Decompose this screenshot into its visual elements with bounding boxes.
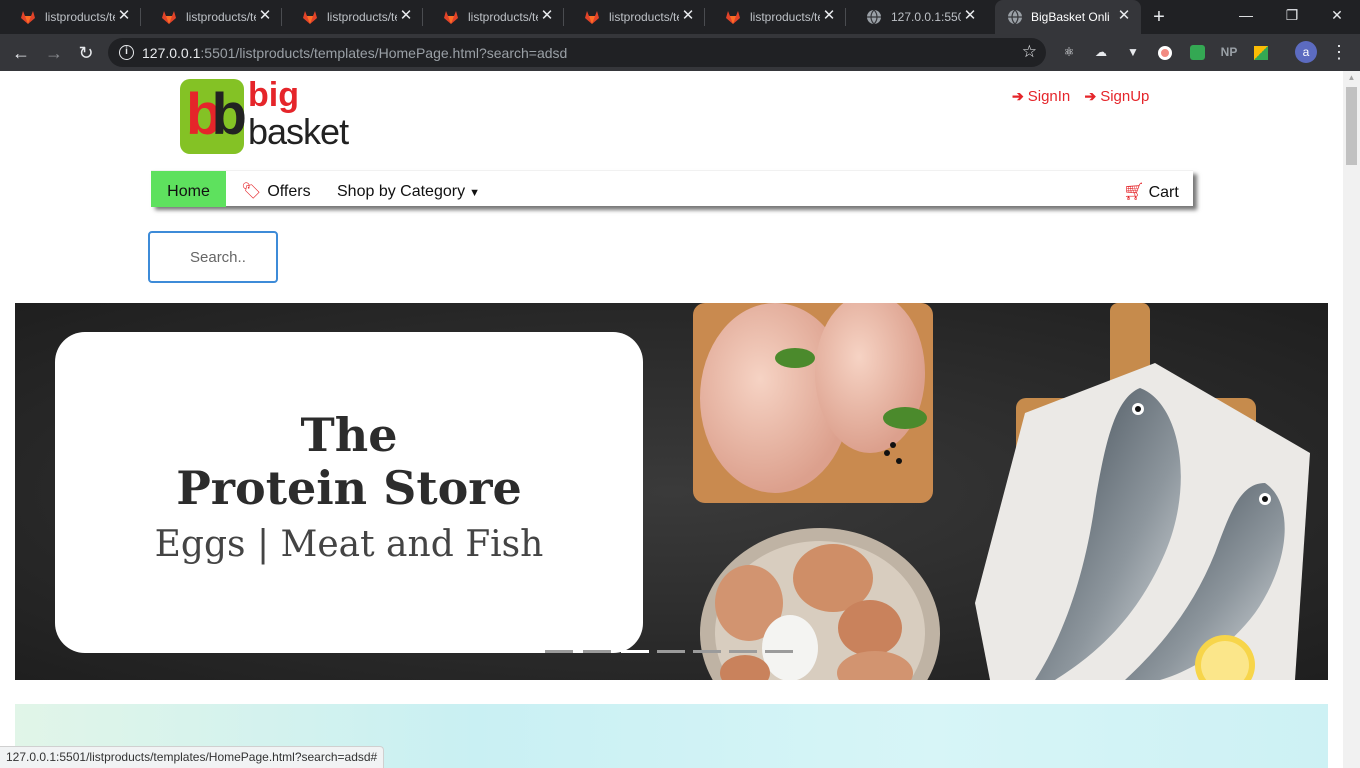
- browser-tab-active[interactable]: BigBasket Onli ✕: [995, 0, 1141, 34]
- close-icon[interactable]: ✕: [679, 7, 697, 25]
- browser-tab[interactable]: listproducts/te ✕: [282, 0, 423, 34]
- page-viewport: bb big basket ➔ SignIn ➔ SignUp Home 🏷︎ Off…: [0, 71, 1343, 768]
- window-close-button[interactable]: ✕: [1314, 0, 1360, 30]
- tab-title: listproducts/te: [186, 10, 256, 24]
- browser-tab[interactable]: 127.0.0.1:5500 ✕: [846, 0, 987, 34]
- signin-link[interactable]: ➔ SignIn: [1012, 88, 1070, 105]
- tab-title: listproducts/te: [750, 10, 820, 24]
- np-extension[interactable]: NP: [1219, 42, 1239, 62]
- carousel-dot[interactable]: [693, 650, 721, 653]
- restore-button[interactable]: ❐: [1269, 0, 1315, 30]
- close-icon[interactable]: ✕: [1115, 7, 1133, 25]
- browser-tabstrip: listproducts/te ✕ listproducts/te ✕ list…: [0, 0, 1360, 34]
- carousel-dot-active[interactable]: [621, 650, 649, 653]
- nav-home[interactable]: Home: [151, 171, 226, 207]
- close-icon[interactable]: ✕: [538, 7, 556, 25]
- page-scrollbar[interactable]: ▲: [1343, 71, 1360, 768]
- tab-title: listproducts/te: [468, 10, 538, 24]
- browser-tab[interactable]: listproducts/te ✕: [423, 0, 564, 34]
- scroll-up-arrow-icon[interactable]: ▲: [1343, 71, 1360, 85]
- carousel-dot[interactable]: [765, 650, 793, 653]
- forward-button[interactable]: →: [41, 40, 67, 66]
- carousel-dot[interactable]: [657, 650, 685, 653]
- signup-link[interactable]: ➔ SignUp: [1084, 88, 1149, 105]
- globe-icon: [867, 9, 881, 25]
- tag-icon: 🏷︎: [241, 183, 262, 200]
- gitlab-icon: [444, 11, 458, 24]
- logo-text-basket: basket: [248, 111, 349, 152]
- carousel-dot[interactable]: [545, 650, 573, 653]
- browser-tab[interactable]: listproducts/te ✕: [705, 0, 846, 34]
- browser-toolbar: ← → ↻ i 127.0.0.1:5501/listproducts/temp…: [0, 34, 1360, 71]
- color-icon[interactable]: [1251, 42, 1271, 62]
- tab-title: listproducts/te: [327, 10, 397, 24]
- banner-subtitle: Eggs | Meat and Fish: [154, 524, 544, 565]
- close-icon[interactable]: ✕: [256, 7, 274, 25]
- egg: [838, 600, 902, 656]
- new-tab-button[interactable]: +: [1148, 6, 1170, 28]
- close-icon[interactable]: ✕: [820, 7, 838, 25]
- close-icon[interactable]: ✕: [961, 7, 979, 25]
- sign-in-icon: ➔: [1084, 88, 1097, 104]
- banner-text-card: The Protein Store Eggs | Meat and Fish: [55, 332, 643, 653]
- tab-title: listproducts/te: [45, 10, 115, 24]
- profile-avatar[interactable]: a: [1295, 41, 1317, 63]
- sign-in-icon: ➔: [1012, 88, 1024, 104]
- carousel-dot[interactable]: [729, 650, 757, 653]
- banner-headline-line2: Protein Store: [176, 461, 522, 515]
- search-input[interactable]: [148, 231, 278, 283]
- browser-tab[interactable]: listproducts/te ✕: [564, 0, 705, 34]
- scrollbar-thumb[interactable]: [1346, 87, 1357, 165]
- logo-bb-mark: bb: [186, 82, 247, 147]
- info-icon[interactable]: i: [119, 45, 134, 60]
- minimize-button[interactable]: —: [1223, 0, 1269, 30]
- gitlab-icon: [585, 11, 599, 24]
- cloud-icon[interactable]: ☁: [1091, 42, 1111, 62]
- bookmark-star-icon[interactable]: ☆: [1022, 42, 1037, 62]
- banner-headline-line1: The: [300, 408, 398, 462]
- tab-title: BigBasket Onli: [1031, 10, 1110, 24]
- tab-title: listproducts/te: [609, 10, 679, 24]
- hero-banner[interactable]: The Protein Store Eggs | Meat and Fish: [15, 303, 1328, 680]
- gitlab-icon: [726, 11, 740, 24]
- auth-links: ➔ SignIn ➔ SignUp: [1012, 88, 1149, 105]
- caret-down-icon: ▼: [469, 187, 480, 199]
- gitlab-icon: [303, 11, 317, 24]
- react-icon[interactable]: ⚛: [1059, 42, 1079, 62]
- browser-tab[interactable]: listproducts/te ✕: [141, 0, 282, 34]
- vue-icon[interactable]: ▼: [1123, 42, 1143, 62]
- close-icon[interactable]: ✕: [397, 7, 415, 25]
- close-icon[interactable]: ✕: [115, 7, 133, 25]
- status-bar-url: 127.0.0.1:5501/listproducts/templates/Ho…: [0, 746, 385, 768]
- record-icon[interactable]: [1155, 42, 1175, 62]
- cart-icon: 🛒︎: [1123, 182, 1145, 201]
- gitlab-icon: [21, 11, 35, 24]
- gitlab-icon: [162, 11, 176, 24]
- nav-shop-by-category[interactable]: Shop by Category ▼: [337, 171, 480, 207]
- globe-icon: [1008, 9, 1022, 25]
- logo-badge: bb: [180, 79, 247, 154]
- nav-cart[interactable]: 🛒︎ Cart: [1123, 171, 1179, 207]
- tab-title: 127.0.0.1:5500: [891, 10, 961, 24]
- bigbasket-logo[interactable]: bb big basket: [180, 76, 350, 157]
- menu-kebab-icon[interactable]: ⋮: [1330, 40, 1348, 64]
- save-icon[interactable]: [1187, 42, 1207, 62]
- carousel-dot[interactable]: [583, 650, 611, 653]
- nav-offers[interactable]: 🏷︎ Offers: [241, 171, 311, 207]
- address-bar[interactable]: i 127.0.0.1:5501/listproducts/templates/…: [108, 38, 1046, 67]
- logo-text-big: big: [248, 76, 299, 114]
- address-url: 127.0.0.1:5501/listproducts/templates/Ho…: [142, 45, 568, 61]
- main-navbar: Home 🏷︎ Offers Shop by Category ▼ 🛒︎ Cart: [151, 170, 1193, 207]
- reload-button[interactable]: ↻: [73, 40, 99, 66]
- back-button[interactable]: ←: [8, 40, 34, 66]
- egg: [762, 615, 818, 680]
- browser-tab[interactable]: listproducts/te ✕: [0, 0, 141, 34]
